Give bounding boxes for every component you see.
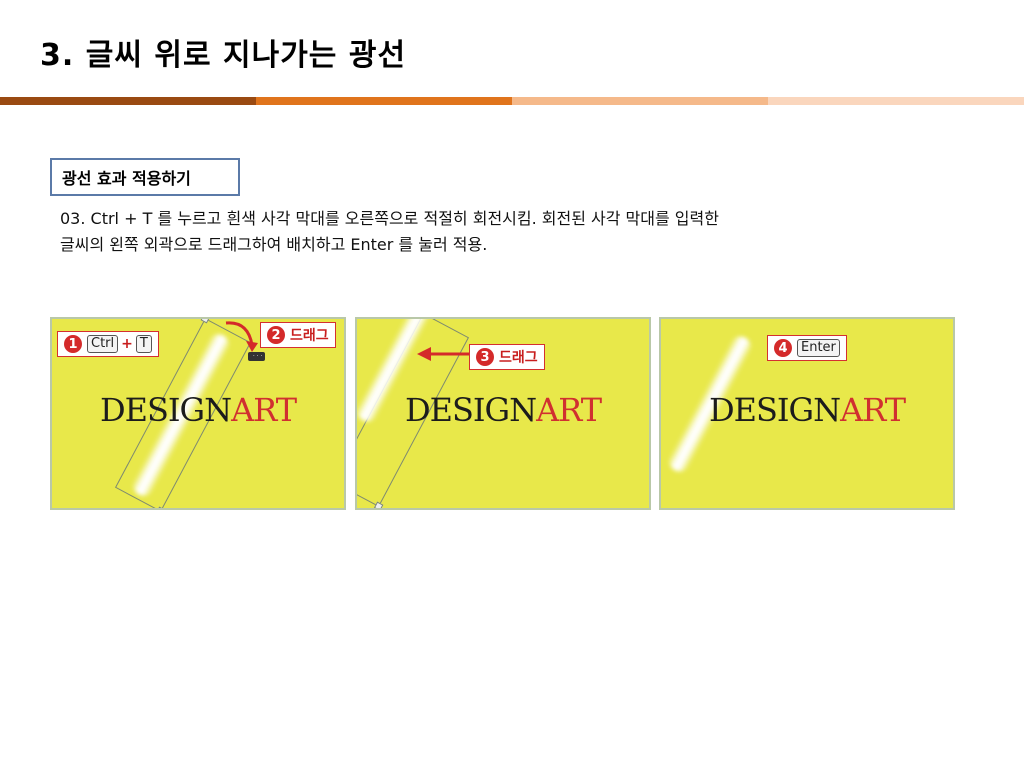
step-number-badge: 4: [774, 339, 792, 357]
callout-step-2: 2 드래그: [260, 322, 336, 348]
callout-step-1: 1 Ctrl + T: [57, 331, 159, 357]
title-bar-segment: [256, 97, 512, 105]
step-number-badge: 3: [476, 348, 494, 366]
logo-art-text: ART: [231, 391, 297, 429]
step-image-panel-3: DESIGNART 4 Enter: [659, 317, 955, 510]
designart-logo: DESIGNART: [52, 391, 344, 429]
section-label-box: 광선 효과 적용하기: [50, 158, 240, 196]
step-image-panel-2: DESIGNART 3 드래그: [355, 317, 651, 510]
plus-sign: +: [121, 336, 133, 352]
designart-logo: DESIGNART: [661, 391, 953, 429]
designart-logo: DESIGNART: [357, 391, 649, 429]
key-ctrl: Ctrl: [87, 335, 119, 353]
callout-step-3: 3 드래그: [469, 344, 545, 370]
slide-title: 3. 글씨 위로 지나가는 광선: [40, 38, 407, 73]
logo-design-text: DESIGN: [404, 391, 537, 429]
step-image-panel-1: DESIGNART 1 Ctrl + T ​ · · · 2 드래그: [50, 317, 346, 510]
section-label-text: 광선 효과 적용하기: [62, 169, 191, 188]
arrow-left-icon: [417, 347, 473, 361]
logo-design-text: DESIGN: [708, 391, 841, 429]
step-number-badge: 2: [267, 326, 285, 344]
title-bar-segment: [512, 97, 768, 105]
callout-drag-label: 드래그: [290, 328, 329, 344]
title-bar-segment: [768, 97, 1024, 105]
callout-drag-label: 드래그: [499, 350, 538, 366]
instruction-text: 03. Ctrl + T 를 누르고 흰색 사각 막대를 오른쪽으로 적절히 회…: [60, 209, 719, 254]
transform-tooltip: ​ · · ·: [248, 352, 266, 361]
title-bar-segment: [0, 97, 256, 105]
curved-arrow-icon: [225, 321, 258, 352]
logo-design-text: DESIGN: [99, 391, 232, 429]
key-enter: Enter: [797, 339, 840, 357]
logo-art-text: ART: [840, 391, 906, 429]
title-underline-bar: [0, 97, 1024, 105]
key-t: T: [135, 335, 152, 353]
step-number-badge: 1: [64, 335, 82, 353]
callout-step-4: 4 Enter: [767, 335, 847, 361]
logo-art-text: ART: [536, 391, 602, 429]
